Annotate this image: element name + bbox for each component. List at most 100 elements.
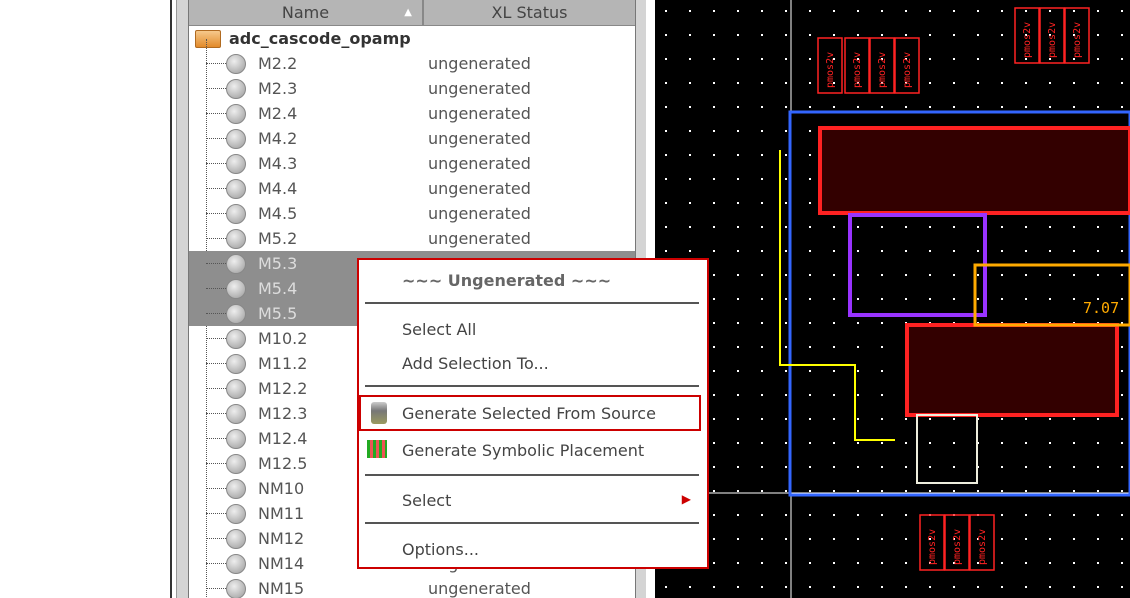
grid-dot	[1001, 226, 1003, 228]
menu-add-selection[interactable]: Add Selection To...	[402, 354, 549, 373]
grid-dot	[929, 490, 931, 492]
grid-dot	[761, 34, 763, 36]
grid-dot	[761, 226, 763, 228]
grid-dot	[905, 274, 907, 276]
grid-dot	[833, 418, 835, 420]
grid-dot	[737, 346, 739, 348]
tree-connector	[206, 488, 226, 489]
grid-dot	[737, 298, 739, 300]
grid-dot	[1049, 514, 1051, 516]
grid-dot	[761, 466, 763, 468]
tree-row[interactable]: M4.3 ungenerated	[189, 151, 635, 176]
column-status[interactable]: XL Status	[424, 0, 635, 25]
grid-dot	[761, 322, 763, 324]
grid-dot	[737, 466, 739, 468]
grid-dot	[881, 226, 883, 228]
grid-dot	[905, 10, 907, 12]
tree-row[interactable]: M5.2 ungenerated	[189, 226, 635, 251]
tree-row[interactable]: M4.5 ungenerated	[189, 201, 635, 226]
grid-dot	[785, 178, 787, 180]
grid-dot	[833, 394, 835, 396]
grid-dot	[809, 538, 811, 540]
symbolic-placement-icon	[367, 440, 387, 458]
grid-dot	[809, 514, 811, 516]
grid-dot	[1073, 490, 1075, 492]
grid-dot	[905, 538, 907, 540]
grid-dot	[713, 586, 715, 588]
grid-dot	[857, 298, 859, 300]
grid-dot	[905, 466, 907, 468]
grid-dot	[977, 82, 979, 84]
grid-dot	[689, 586, 691, 588]
grid-dot	[785, 370, 787, 372]
instance-name: M2.3	[258, 79, 298, 98]
grid-dot	[953, 82, 955, 84]
grid-dot	[761, 418, 763, 420]
grid-dot	[1025, 298, 1027, 300]
grid-dot	[929, 34, 931, 36]
grid-dot	[809, 490, 811, 492]
menu-options[interactable]: Options...	[402, 540, 479, 559]
grid-dot	[689, 58, 691, 60]
grid-dot	[809, 82, 811, 84]
grid-dot	[857, 442, 859, 444]
grid-dot	[1049, 274, 1051, 276]
grid-dot	[1121, 346, 1123, 348]
column-name[interactable]: Name ▲	[189, 0, 424, 25]
tree-connector	[206, 388, 226, 389]
instance-status: ungenerated	[428, 204, 531, 223]
grid-dot	[953, 442, 955, 444]
grid-dot	[1073, 418, 1075, 420]
menu-select-all[interactable]: Select All	[402, 320, 476, 339]
grid-dot	[713, 226, 715, 228]
grid-dot	[713, 394, 715, 396]
grid-dot	[761, 514, 763, 516]
grid-dot	[809, 106, 811, 108]
grid-dot	[1025, 418, 1027, 420]
grid-dot	[1073, 250, 1075, 252]
grid-dot	[689, 106, 691, 108]
grid-dot	[737, 370, 739, 372]
layout-canvas[interactable]: pmos2v pmos2v pmos2v pmos2v pmos2v pmos2v pmos…	[655, 0, 1130, 598]
grid-dot	[1025, 10, 1027, 12]
menu-select[interactable]: Select	[402, 491, 451, 510]
instance-icon	[226, 453, 246, 474]
grid-dot	[1001, 106, 1003, 108]
grid-dot	[1121, 82, 1123, 84]
tree-row[interactable]: M2.2 ungenerated	[189, 51, 635, 76]
well	[848, 213, 987, 317]
grid-dot	[905, 250, 907, 252]
tree-row[interactable]: M4.4 ungenerated	[189, 176, 635, 201]
grid-dot	[881, 538, 883, 540]
grid-dot	[809, 298, 811, 300]
grid-dot	[857, 106, 859, 108]
instance-icon	[226, 378, 246, 399]
menu-title: ~~~ Ungenerated ~~~	[402, 271, 612, 290]
instance-icon	[226, 153, 246, 174]
tree-row[interactable]: M4.2 ungenerated	[189, 126, 635, 151]
grid-dot	[833, 34, 835, 36]
tree-row[interactable]: M2.4 ungenerated	[189, 101, 635, 126]
grid-dot	[761, 274, 763, 276]
tree-row[interactable]: M2.3 ungenerated	[189, 76, 635, 101]
menu-generate-from-source[interactable]: Generate Selected From Source	[359, 395, 701, 431]
grid-dot	[953, 418, 955, 420]
tree-root[interactable]: adc_cascode_opamp	[189, 26, 635, 51]
grid-dot	[809, 250, 811, 252]
grid-dot	[1049, 10, 1051, 12]
grid-dot	[929, 250, 931, 252]
grid-dot	[737, 322, 739, 324]
grid-dot	[761, 586, 763, 588]
grid-dot	[857, 226, 859, 228]
tree-connector	[206, 213, 226, 214]
grid-dot	[857, 250, 859, 252]
grid-dot	[833, 346, 835, 348]
grid-dot	[1097, 82, 1099, 84]
instance-status: ungenerated	[428, 129, 531, 148]
grid-dot	[929, 586, 931, 588]
grid-dot	[857, 346, 859, 348]
menu-generate-symbolic[interactable]: Generate Symbolic Placement	[402, 441, 644, 460]
tree-row[interactable]: NM15 ungenerated	[189, 576, 635, 598]
grid-dot	[713, 10, 715, 12]
instance-icon	[226, 203, 246, 224]
